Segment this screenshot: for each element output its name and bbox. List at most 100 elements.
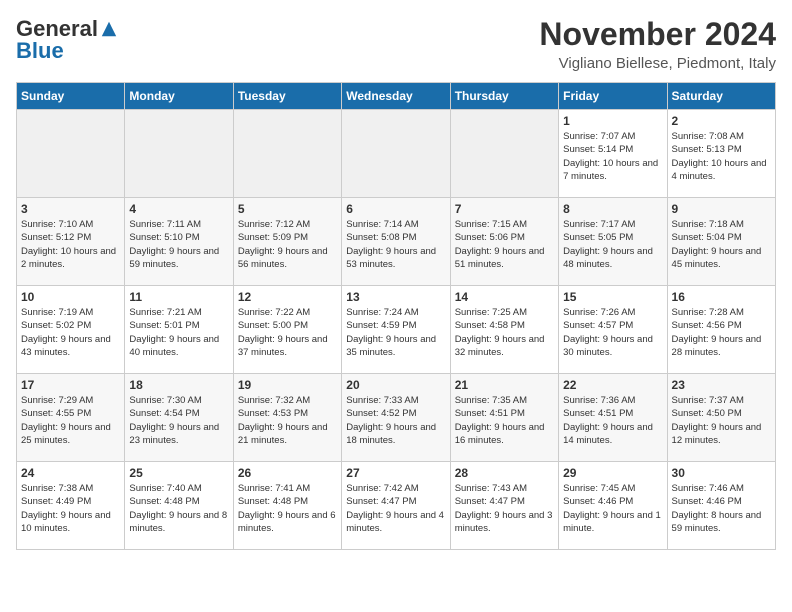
calendar-cell: 16 Sunrise: 7:28 AMSunset: 4:56 PMDayligh… [667,286,775,374]
day-number: 24 [21,466,120,480]
day-info: Sunrise: 7:35 AMSunset: 4:51 PMDaylight:… [455,394,554,447]
calendar-cell: 12 Sunrise: 7:22 AMSunset: 5:00 PMDayligh… [233,286,341,374]
calendar-cell: 27 Sunrise: 7:42 AMSunset: 4:47 PMDayligh… [342,462,450,550]
calendar-header-tuesday: Tuesday [233,83,341,110]
day-number: 22 [563,378,662,392]
day-info: Sunrise: 7:11 AMSunset: 5:10 PMDaylight:… [129,218,228,271]
calendar-cell: 28 Sunrise: 7:43 AMSunset: 4:47 PMDayligh… [450,462,558,550]
day-number: 16 [672,290,771,304]
day-info: Sunrise: 7:10 AMSunset: 5:12 PMDaylight:… [21,218,120,271]
calendar-cell: 7Sunrise: 7:15 AMSunset: 5:06 PMDaylight… [450,198,558,286]
day-info: Sunrise: 7:15 AMSunset: 5:06 PMDaylight:… [455,218,554,271]
calendar-cell: 29Sunrise: 7:45 AMSunset: 4:46 PMDayligh… [559,462,667,550]
calendar-cell: 26 Sunrise: 7:41 AMSunset: 4:48 PMDayligh… [233,462,341,550]
calendar-cell: 21 Sunrise: 7:35 AMSunset: 4:51 PMDayligh… [450,374,558,462]
day-info: Sunrise: 7:36 AMSunset: 4:51 PMDaylight:… [563,394,662,447]
day-info: Sunrise: 7:42 AMSunset: 4:47 PMDaylight:… [346,482,445,535]
day-info: Sunrise: 7:33 AMSunset: 4:52 PMDaylight:… [346,394,445,447]
day-number: 3 [21,202,120,216]
day-info: Sunrise: 7:46 AMSunset: 4:46 PMDaylight:… [672,482,771,535]
day-info: Sunrise: 7:18 AMSunset: 5:04 PMDaylight:… [672,218,771,271]
calendar-week-1: 1Sunrise: 7:07 AMSunset: 5:14 PMDaylight… [17,110,776,198]
day-number: 19 [238,378,337,392]
logo: General Blue [16,16,118,64]
calendar-cell: 8 Sunrise: 7:17 AMSunset: 5:05 PMDaylight… [559,198,667,286]
day-info: Sunrise: 7:30 AMSunset: 4:54 PMDaylight:… [129,394,228,447]
calendar-cell: 2 Sunrise: 7:08 AMSunset: 5:13 PMDaylight… [667,110,775,198]
day-number: 30 [672,466,771,480]
calendar-week-2: 3 Sunrise: 7:10 AMSunset: 5:12 PMDaylight… [17,198,776,286]
calendar-header-wednesday: Wednesday [342,83,450,110]
day-number: 21 [455,378,554,392]
calendar-cell: 17Sunrise: 7:29 AMSunset: 4:55 PMDayligh… [17,374,125,462]
logo-icon [100,20,118,38]
day-number: 10 [21,290,120,304]
day-info: Sunrise: 7:45 AMSunset: 4:46 PMDaylight:… [563,482,662,535]
calendar-cell: 18 Sunrise: 7:30 AMSunset: 4:54 PMDayligh… [125,374,233,462]
day-info: Sunrise: 7:28 AMSunset: 4:56 PMDaylight:… [672,306,771,359]
calendar-cell [342,110,450,198]
calendar-cell: 3 Sunrise: 7:10 AMSunset: 5:12 PMDaylight… [17,198,125,286]
page-header: General Blue November 2024 Vigliano Biel… [16,16,776,72]
day-number: 18 [129,378,228,392]
day-info: Sunrise: 7:29 AMSunset: 4:55 PMDaylight:… [21,394,120,447]
location: Vigliano Biellese, Piedmont, Italy [539,55,776,72]
day-info: Sunrise: 7:37 AMSunset: 4:50 PMDaylight:… [672,394,771,447]
day-number: 26 [238,466,337,480]
day-number: 28 [455,466,554,480]
day-number: 8 [563,202,662,216]
day-number: 15 [563,290,662,304]
day-info: Sunrise: 7:41 AMSunset: 4:48 PMDaylight:… [238,482,337,535]
calendar-cell: 9 Sunrise: 7:18 AMSunset: 5:04 PMDaylight… [667,198,775,286]
calendar-cell: 24 Sunrise: 7:38 AMSunset: 4:49 PMDayligh… [17,462,125,550]
day-info: Sunrise: 7:32 AMSunset: 4:53 PMDaylight:… [238,394,337,447]
calendar-cell: 4 Sunrise: 7:11 AMSunset: 5:10 PMDaylight… [125,198,233,286]
day-info: Sunrise: 7:43 AMSunset: 4:47 PMDaylight:… [455,482,554,535]
calendar-cell [233,110,341,198]
calendar-week-5: 24 Sunrise: 7:38 AMSunset: 4:49 PMDayligh… [17,462,776,550]
calendar-cell: 19 Sunrise: 7:32 AMSunset: 4:53 PMDayligh… [233,374,341,462]
day-number: 2 [672,114,771,128]
day-number: 9 [672,202,771,216]
calendar-cell: 10 Sunrise: 7:19 AMSunset: 5:02 PMDayligh… [17,286,125,374]
calendar-header-sunday: Sunday [17,83,125,110]
day-info: Sunrise: 7:25 AMSunset: 4:58 PMDaylight:… [455,306,554,359]
day-number: 27 [346,466,445,480]
day-number: 6 [346,202,445,216]
day-info: Sunrise: 7:38 AMSunset: 4:49 PMDaylight:… [21,482,120,535]
calendar-table: SundayMondayTuesdayWednesdayThursdayFrid… [16,82,776,550]
day-info: Sunrise: 7:21 AMSunset: 5:01 PMDaylight:… [129,306,228,359]
calendar-cell: 22 Sunrise: 7:36 AMSunset: 4:51 PMDayligh… [559,374,667,462]
day-info: Sunrise: 7:22 AMSunset: 5:00 PMDaylight:… [238,306,337,359]
day-info: Sunrise: 7:14 AMSunset: 5:08 PMDaylight:… [346,218,445,271]
day-number: 13 [346,290,445,304]
day-number: 12 [238,290,337,304]
calendar-week-4: 17Sunrise: 7:29 AMSunset: 4:55 PMDayligh… [17,374,776,462]
day-info: Sunrise: 7:08 AMSunset: 5:13 PMDaylight:… [672,130,771,183]
calendar-header-monday: Monday [125,83,233,110]
logo-blue: Blue [16,38,64,63]
day-number: 5 [238,202,337,216]
day-info: Sunrise: 7:19 AMSunset: 5:02 PMDaylight:… [21,306,120,359]
day-info: Sunrise: 7:12 AMSunset: 5:09 PMDaylight:… [238,218,337,271]
day-info: Sunrise: 7:40 AMSunset: 4:48 PMDaylight:… [129,482,228,535]
calendar-cell: 30 Sunrise: 7:46 AMSunset: 4:46 PMDayligh… [667,462,775,550]
calendar-cell: 13 Sunrise: 7:24 AMSunset: 4:59 PMDayligh… [342,286,450,374]
calendar-cell: 5 Sunrise: 7:12 AMSunset: 5:09 PMDaylight… [233,198,341,286]
calendar-header-row: SundayMondayTuesdayWednesdayThursdayFrid… [17,83,776,110]
day-info: Sunrise: 7:24 AMSunset: 4:59 PMDaylight:… [346,306,445,359]
calendar-header-saturday: Saturday [667,83,775,110]
calendar-cell: 15Sunrise: 7:26 AMSunset: 4:57 PMDayligh… [559,286,667,374]
title-block: November 2024 Vigliano Biellese, Piedmon… [539,16,776,72]
day-number: 4 [129,202,228,216]
day-info: Sunrise: 7:17 AMSunset: 5:05 PMDaylight:… [563,218,662,271]
day-number: 25 [129,466,228,480]
day-info: Sunrise: 7:07 AMSunset: 5:14 PMDaylight:… [563,130,662,183]
day-number: 20 [346,378,445,392]
calendar-header-friday: Friday [559,83,667,110]
calendar-cell: 11 Sunrise: 7:21 AMSunset: 5:01 PMDayligh… [125,286,233,374]
day-number: 11 [129,290,228,304]
calendar-week-3: 10 Sunrise: 7:19 AMSunset: 5:02 PMDayligh… [17,286,776,374]
day-number: 23 [672,378,771,392]
calendar-cell: 20 Sunrise: 7:33 AMSunset: 4:52 PMDayligh… [342,374,450,462]
